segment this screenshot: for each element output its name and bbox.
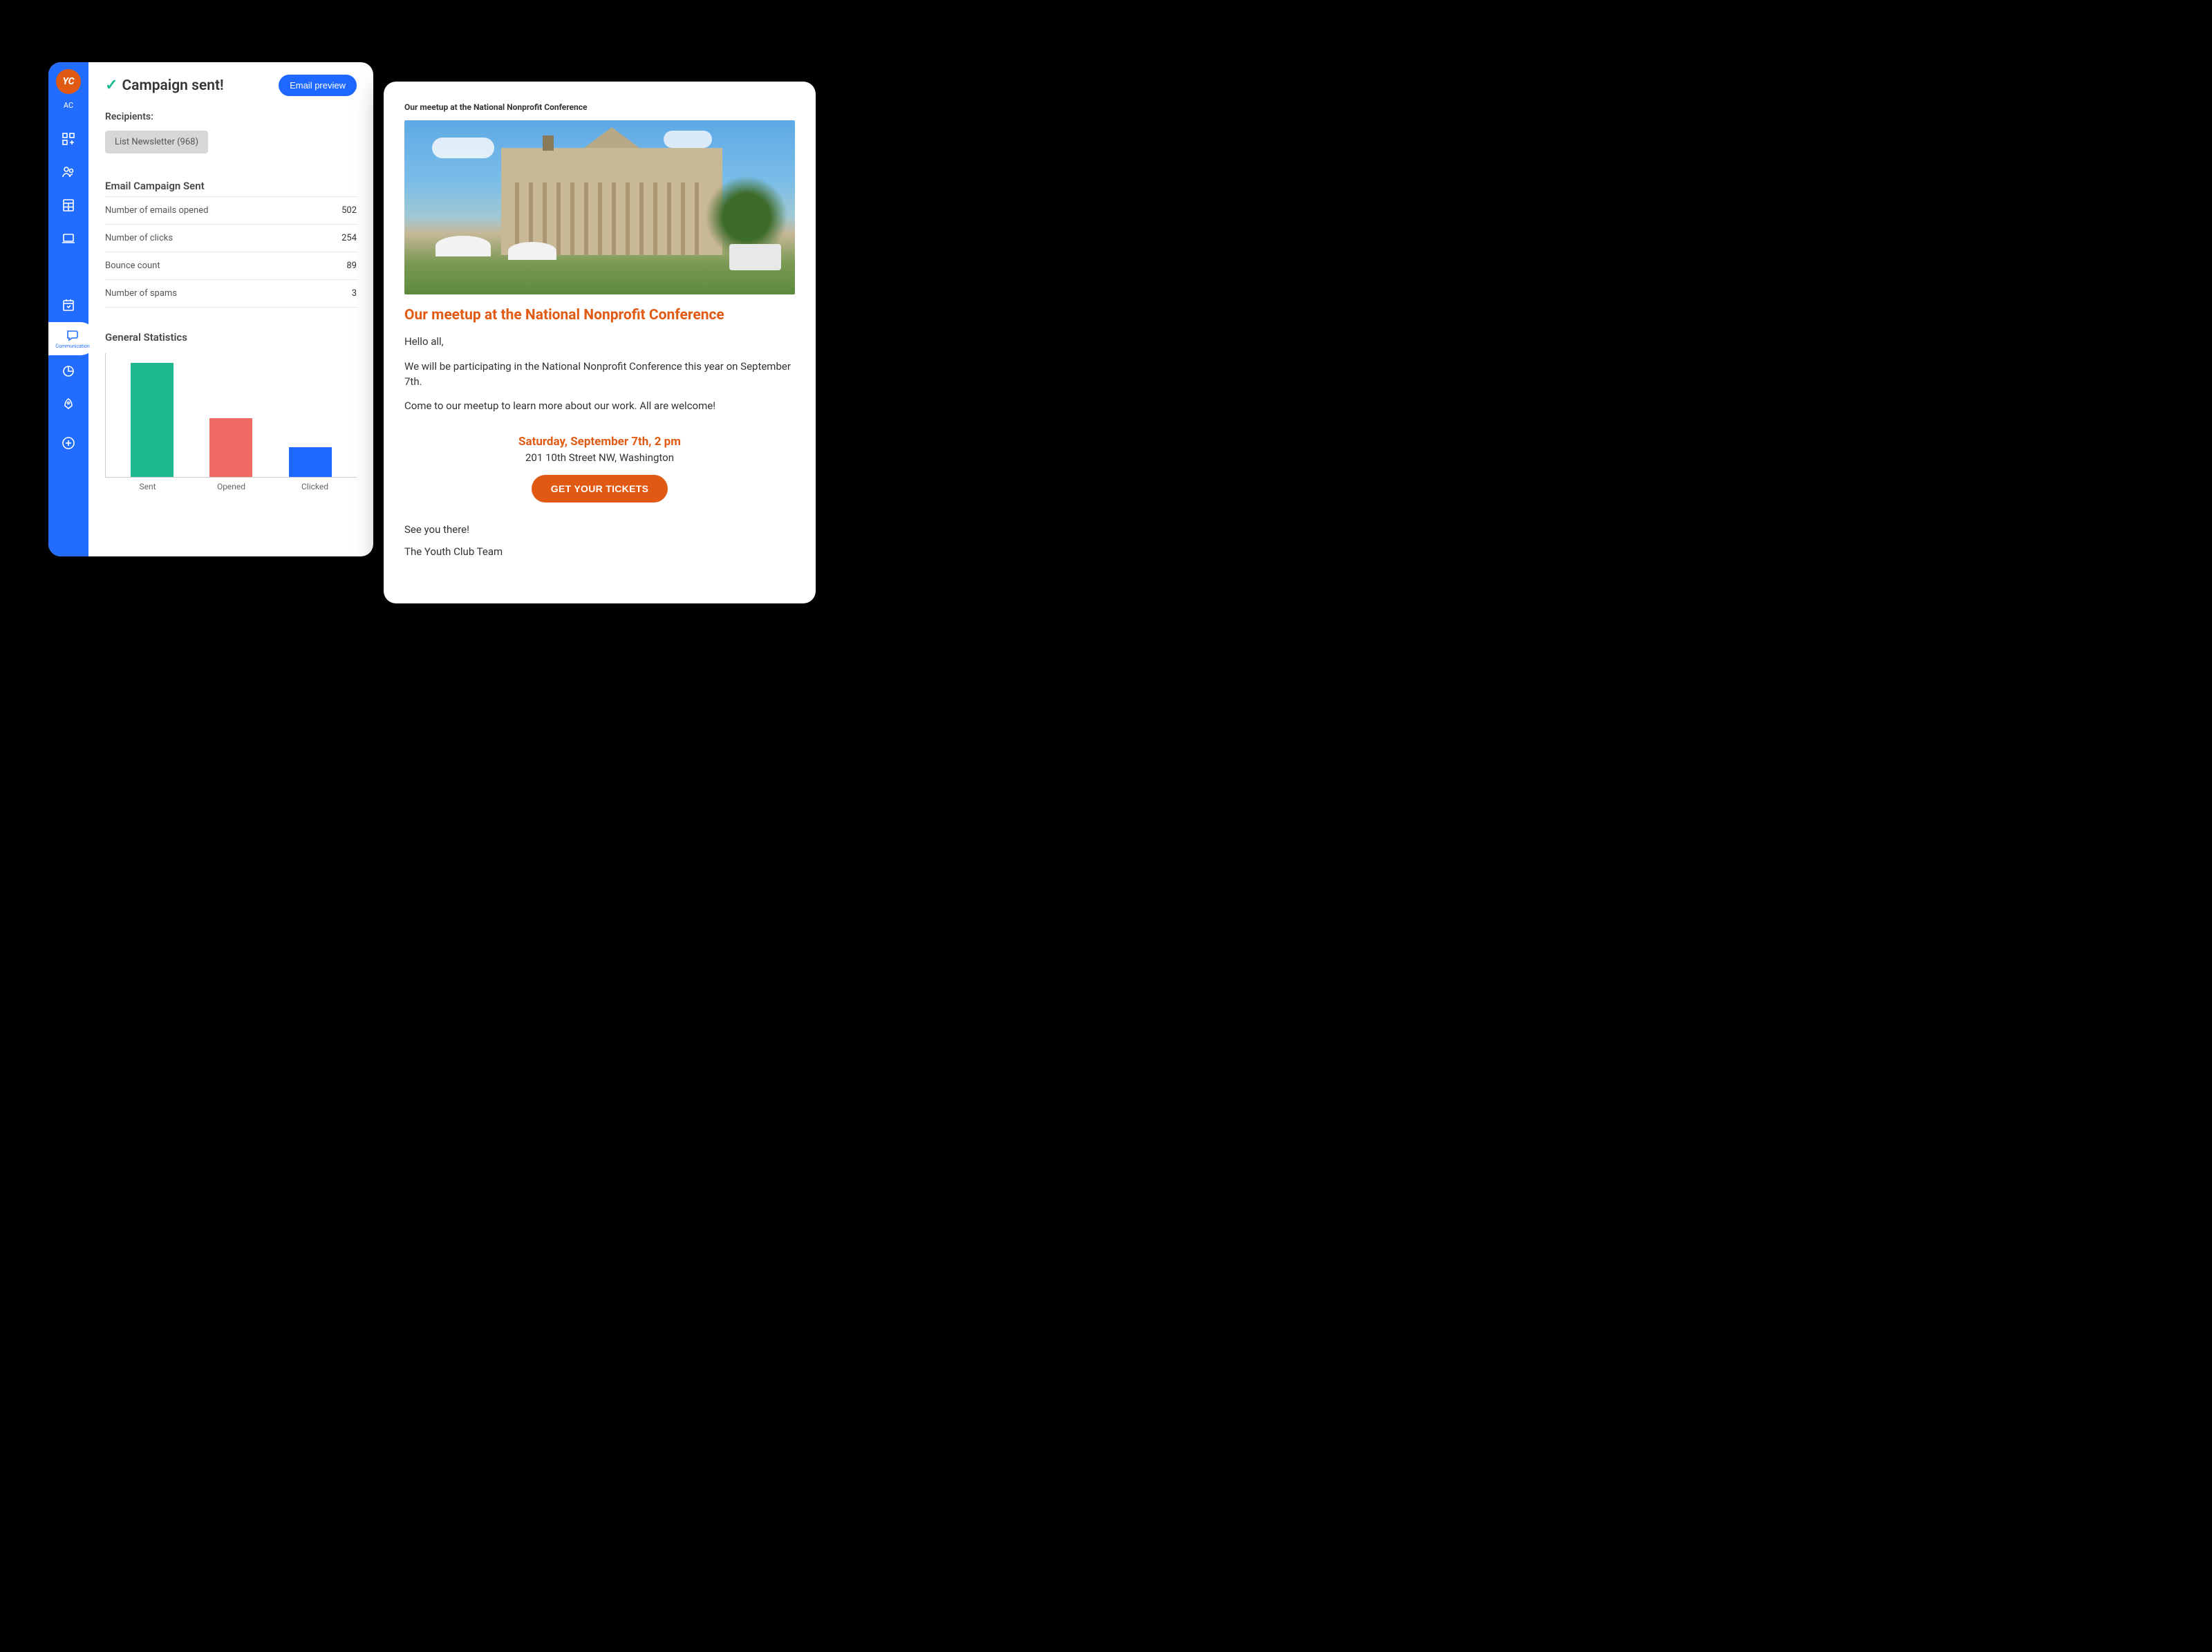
email-body: Hello all, We will be participating in t… bbox=[404, 335, 795, 414]
stat-value: 254 bbox=[341, 233, 357, 243]
check-icon: ✓ bbox=[105, 77, 118, 94]
nav-communication-placeholder bbox=[48, 255, 88, 288]
nav-events[interactable] bbox=[48, 288, 88, 321]
nav-launch[interactable] bbox=[48, 388, 88, 421]
nav-communication[interactable]: Communication bbox=[48, 322, 97, 355]
stat-row: Number of clicks 254 bbox=[105, 224, 357, 252]
email-event-block: Saturday, September 7th, 2 pm 201 10th S… bbox=[404, 435, 795, 503]
chart-bar bbox=[289, 447, 332, 477]
email-preview-button[interactable]: Email preview bbox=[279, 75, 357, 96]
stat-label: Bounce count bbox=[105, 261, 160, 271]
nav-communication-label: Communication bbox=[55, 344, 90, 349]
chart-category-label: Opened bbox=[190, 482, 273, 491]
piechart-icon bbox=[62, 364, 75, 378]
stat-label: Number of clicks bbox=[105, 233, 173, 243]
campaign-stats-title: Email Campaign Sent bbox=[105, 180, 357, 192]
plus-circle-icon bbox=[62, 436, 75, 450]
stat-label: Number of emails opened bbox=[105, 205, 208, 216]
rocket-icon bbox=[62, 397, 75, 411]
recipient-chip[interactable]: List Newsletter (968) bbox=[105, 131, 208, 153]
email-para2: Come to our meetup to learn more about o… bbox=[404, 399, 795, 414]
nav-dashboard[interactable] bbox=[48, 122, 88, 156]
laptop-icon bbox=[62, 232, 75, 245]
chart-category-label: Sent bbox=[106, 482, 189, 491]
stat-value: 502 bbox=[341, 205, 357, 216]
campaign-panel: YC AC Communication bbox=[48, 62, 373, 556]
page-title-text: Campaign sent! bbox=[122, 77, 223, 94]
chart-bar bbox=[209, 418, 252, 477]
main-content: ✓ Campaign sent! Email preview Recipient… bbox=[88, 62, 373, 556]
chart-category-label: Clicked bbox=[274, 482, 357, 491]
event-date: Saturday, September 7th, 2 pm bbox=[404, 435, 795, 449]
email-signoff: See you there! The Youth Club Team bbox=[404, 523, 795, 558]
stat-row: Number of spams 3 bbox=[105, 279, 357, 308]
stats-chart bbox=[105, 353, 357, 478]
email-closing: See you there! bbox=[404, 523, 795, 536]
calculator-icon bbox=[62, 198, 75, 212]
stat-row: Bounce count 89 bbox=[105, 252, 357, 279]
page-header: ✓ Campaign sent! Email preview bbox=[105, 75, 357, 96]
chart-bar bbox=[131, 363, 174, 477]
campaign-stats-section: Email Campaign Sent Number of emails ope… bbox=[105, 180, 357, 308]
general-stats-section: General Statistics SentOpenedClicked bbox=[105, 331, 357, 491]
email-signature: The Youth Club Team bbox=[404, 545, 795, 558]
stat-label: Number of spams bbox=[105, 288, 177, 299]
chat-icon bbox=[66, 328, 79, 342]
email-preview-card: Our meetup at the National Nonprofit Con… bbox=[384, 82, 816, 603]
email-hero-image bbox=[404, 120, 795, 294]
email-subject: Our meetup at the National Nonprofit Con… bbox=[404, 102, 795, 112]
user-badge[interactable]: AC bbox=[64, 101, 73, 110]
calendar-icon bbox=[62, 298, 75, 312]
people-icon bbox=[62, 165, 75, 179]
recipients-label: Recipients: bbox=[105, 111, 357, 122]
get-tickets-button[interactable]: GET YOUR TICKETS bbox=[532, 475, 668, 503]
page-title: ✓ Campaign sent! bbox=[105, 77, 224, 94]
stat-row: Number of emails opened 502 bbox=[105, 196, 357, 224]
stat-value: 3 bbox=[352, 288, 357, 299]
nav-members[interactable] bbox=[48, 156, 88, 189]
stat-value: 89 bbox=[346, 261, 357, 271]
app-logo[interactable]: YC bbox=[56, 69, 81, 94]
email-greeting: Hello all, bbox=[404, 335, 795, 350]
event-address: 201 10th Street NW, Washington bbox=[404, 451, 795, 464]
email-body-title: Our meetup at the National Nonprofit Con… bbox=[404, 307, 795, 323]
general-stats-title: General Statistics bbox=[105, 331, 357, 344]
sidebar: YC AC bbox=[48, 62, 88, 556]
email-para1: We will be participating in the National… bbox=[404, 359, 795, 390]
nav-donations[interactable] bbox=[48, 355, 88, 388]
grid-icon bbox=[62, 132, 75, 146]
nav-website[interactable] bbox=[48, 222, 88, 255]
nav-add[interactable] bbox=[48, 426, 88, 460]
nav-accounting[interactable] bbox=[48, 189, 88, 222]
